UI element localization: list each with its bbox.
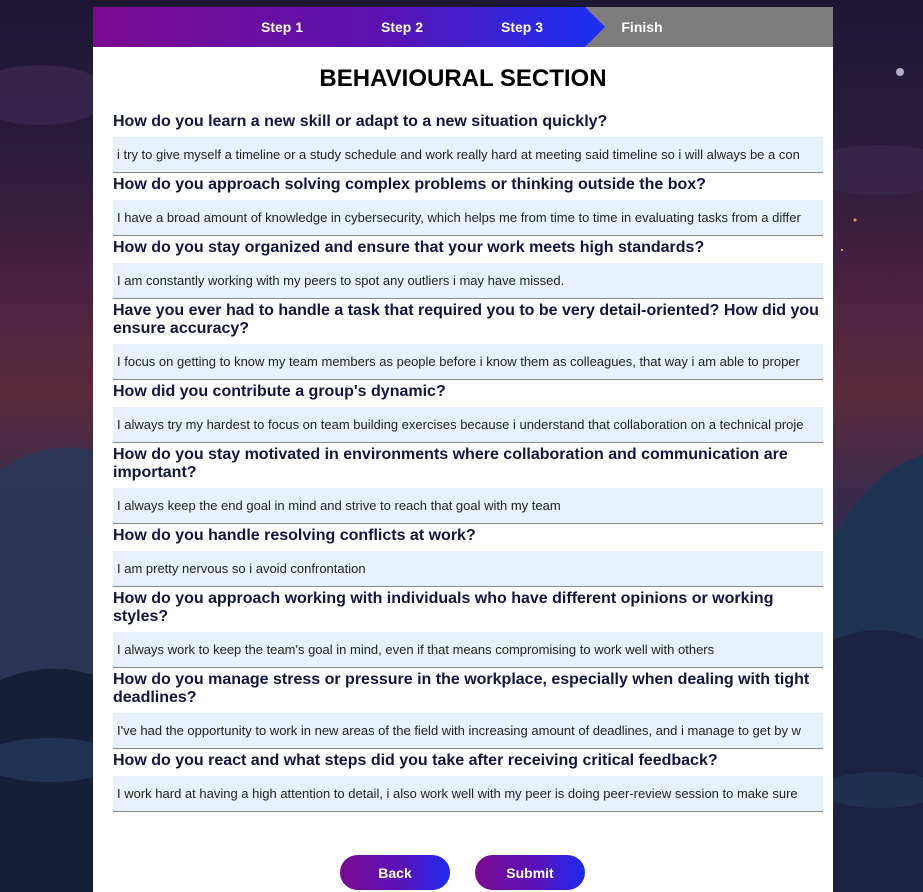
question-label: How do you learn a new skill or adapt to…: [113, 113, 608, 130]
water-decoration: [820, 772, 923, 808]
star-decoration: [853, 218, 857, 222]
answer-input[interactable]: [113, 713, 823, 749]
question-label: How do you manage stress or pressure in …: [113, 671, 810, 706]
form-card: Step 1 Step 2 Step 3 Finish BEHAVIOURAL …: [93, 7, 833, 892]
star-decoration: [841, 249, 843, 251]
question-item: How do you stay organized and ensure tha…: [113, 237, 823, 299]
question-label: How do you stay organized and ensure tha…: [113, 239, 705, 256]
question-label: How did you contribute a group's dynamic…: [113, 383, 446, 400]
answer-input[interactable]: [113, 551, 823, 587]
questions-list: How do you learn a new skill or adapt to…: [113, 111, 823, 813]
answer-input[interactable]: [113, 632, 823, 668]
question-item: How do you handle resolving conflicts at…: [113, 525, 823, 587]
question-label: How do you approach solving complex prob…: [113, 176, 706, 193]
mountain-decoration: [0, 447, 93, 700]
hill-decoration: [833, 630, 923, 892]
question-item: How do you approach solving complex prob…: [113, 174, 823, 236]
question-item: How do you manage stress or pressure in …: [113, 669, 823, 749]
answer-input[interactable]: [113, 200, 823, 236]
question-label: How do you approach working with individ…: [113, 590, 774, 625]
stepper-bar: [93, 7, 833, 47]
answer-input[interactable]: [113, 344, 823, 380]
question-item: How do you stay motivated in environment…: [113, 444, 823, 524]
mountain-decoration: [833, 455, 923, 660]
question-item: How do you react and what steps did you …: [113, 750, 823, 812]
answer-input[interactable]: [113, 137, 823, 173]
submit-button[interactable]: Submit: [475, 855, 585, 890]
hill-decoration: [0, 668, 93, 892]
step-2-label: Step 2: [380, 19, 423, 35]
answer-input[interactable]: [113, 776, 823, 812]
back-button[interactable]: Back: [340, 855, 450, 890]
question-item: Have you ever had to handle a task that …: [113, 300, 823, 380]
step-1-label: Step 1: [260, 19, 303, 35]
answer-input[interactable]: [113, 263, 823, 299]
question-label: How do you react and what steps did you …: [113, 752, 718, 769]
question-item: How do you learn a new skill or adapt to…: [113, 111, 823, 173]
answer-input[interactable]: [113, 407, 823, 443]
question-item: How do you approach working with individ…: [113, 588, 823, 668]
question-item: How did you contribute a group's dynamic…: [113, 381, 823, 443]
section-title: BEHAVIOURAL SECTION: [319, 65, 607, 92]
question-label: How do you handle resolving conflicts at…: [113, 527, 476, 544]
question-label: Have you ever had to handle a task that …: [113, 302, 819, 337]
step-3-label: Step 3: [500, 19, 543, 35]
answer-input[interactable]: [113, 488, 823, 524]
question-label: How do you stay motivated in environment…: [113, 446, 788, 481]
star-decoration: [896, 68, 904, 76]
step-finish-label: Finish: [621, 19, 663, 35]
progress-stepper: Step 1 Step 2 Step 3 Finish: [93, 7, 833, 47]
